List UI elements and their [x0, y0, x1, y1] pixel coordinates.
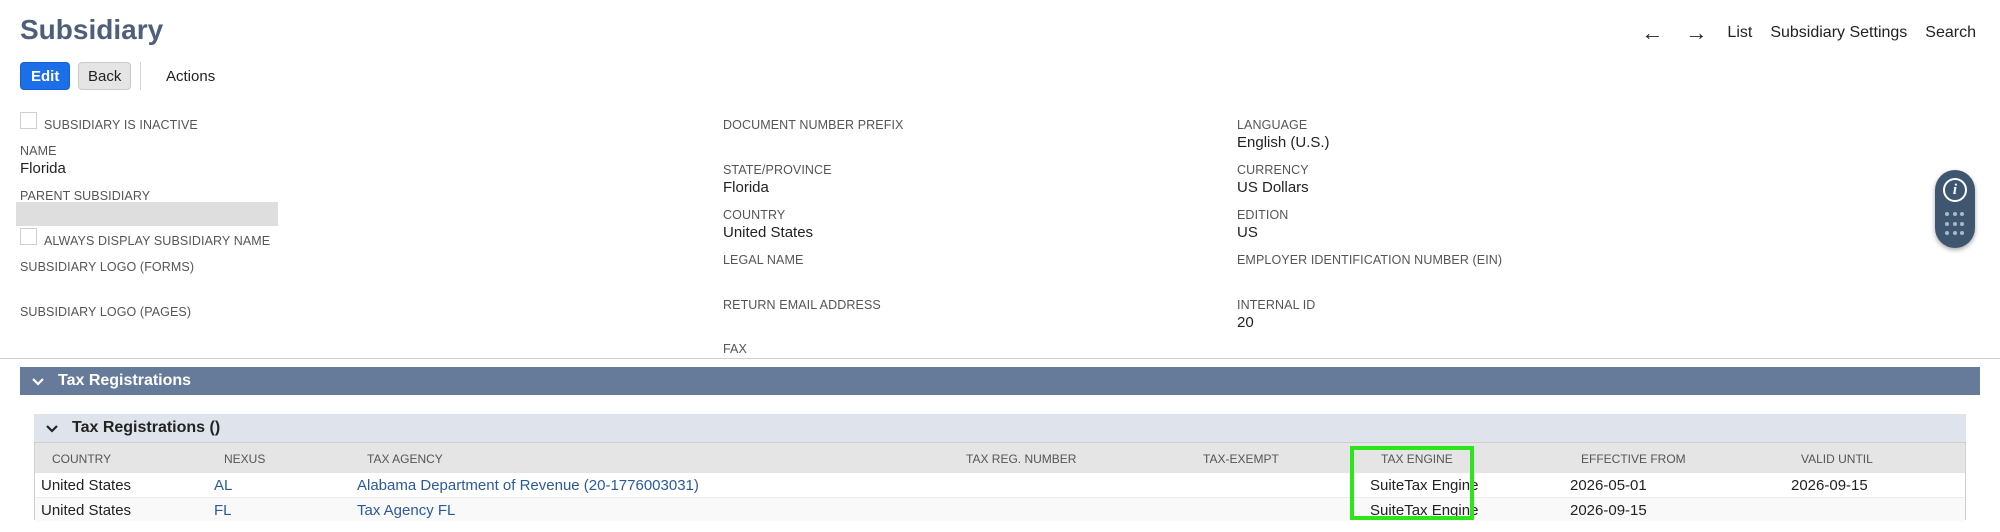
logo-pages-label: SUBSIDIARY LOGO (PAGES) [20, 305, 192, 319]
cell-effective-from: 2026-09-15 [1570, 502, 1647, 519]
table-row[interactable]: United States AL Alabama Department of R… [35, 473, 1965, 497]
inactive-label: SUBSIDIARY IS INACTIVE [44, 118, 198, 132]
always-display-label: ALWAYS DISPLAY SUBSIDIARY NAME [44, 234, 271, 248]
document-prefix-label: DOCUMENT NUMBER PREFIX [723, 118, 904, 132]
subsidiary-settings-link[interactable]: Subsidiary Settings [1770, 24, 1907, 42]
column-header-tax-engine[interactable]: TAX ENGINE [1381, 452, 1453, 466]
ein-label: EMPLOYER IDENTIFICATION NUMBER (EIN) [1237, 253, 1503, 267]
keypad-dots-icon[interactable] [1945, 212, 1965, 238]
search-link[interactable]: Search [1925, 24, 1976, 42]
fax-label-clip: FAX [723, 340, 923, 358]
cell-nexus-link[interactable]: AL [214, 477, 232, 494]
name-label: NAME [20, 144, 57, 158]
state-label: STATE/PROVINCE [723, 163, 832, 177]
previous-arrow-icon[interactable]: ← [1639, 20, 1665, 46]
info-icon[interactable]: i [1943, 178, 1967, 202]
currency-value: US Dollars [1237, 179, 1309, 196]
cell-tax-engine: SuiteTax Engine [1370, 477, 1479, 494]
cell-tax-engine: SuiteTax Engine [1370, 502, 1479, 519]
logo-forms-label: SUBSIDIARY LOGO (FORMS) [20, 260, 195, 274]
currency-label: CURRENCY [1237, 163, 1309, 177]
column-header-tax-agency[interactable]: TAX AGENCY [367, 452, 443, 466]
parent-subsidiary-field [16, 202, 278, 226]
edition-value: US [1237, 224, 1258, 241]
column-header-effective-from[interactable]: EFFECTIVE FROM [1581, 452, 1686, 466]
country-value: United States [723, 224, 814, 241]
column-header-valid-until[interactable]: VALID UNTIL [1801, 452, 1873, 466]
internal-id-value: 20 [1237, 314, 1254, 331]
list-link[interactable]: List [1727, 24, 1752, 42]
cell-tax-agency-link[interactable]: Alabama Department of Revenue (20-177600… [357, 477, 699, 494]
always-display-checkbox[interactable] [20, 228, 37, 245]
scroll-divider [0, 358, 2000, 359]
internal-id-label: INTERNAL ID [1237, 298, 1316, 312]
cell-country: United States [41, 502, 132, 519]
page-title: Subsidiary [20, 14, 164, 45]
chevron-down-icon[interactable] [46, 421, 60, 436]
column-header-country[interactable]: COUNTRY [52, 452, 111, 466]
cell-tax-agency-link[interactable]: Tax Agency FL [357, 502, 455, 519]
column-header-tax-reg-number[interactable]: TAX REG. NUMBER [966, 452, 1076, 466]
cell-country: United States [41, 477, 132, 494]
table-row[interactable]: United States FL Tax Agency FL SuiteTax … [35, 497, 1965, 521]
edition-label: EDITION [1237, 208, 1289, 222]
column-header-tax-exempt[interactable]: TAX-EXEMPT [1203, 452, 1279, 466]
subsection-title: Tax Registrations () [72, 419, 221, 436]
state-value: Florida [723, 179, 769, 196]
legal-name-label: LEGAL NAME [723, 253, 804, 267]
tax-registrations-table: COUNTRY NEXUS TAX AGENCY TAX REG. NUMBER… [34, 442, 1966, 521]
tax-registrations-subsection-header[interactable]: Tax Registrations () [34, 414, 1966, 442]
cell-nexus-link[interactable]: FL [214, 502, 232, 519]
language-value: English (U.S.) [1237, 134, 1330, 151]
table-header-row: COUNTRY NEXUS TAX AGENCY TAX REG. NUMBER… [35, 443, 1965, 473]
back-button[interactable]: Back [78, 62, 132, 90]
top-navigation: ← → List Subsidiary Settings Search [1639, 20, 1976, 46]
toolbar-divider [140, 62, 141, 90]
actions-menu[interactable]: Actions [166, 62, 215, 90]
country-label: COUNTRY [723, 208, 786, 222]
inactive-checkbox[interactable] [20, 112, 37, 129]
cell-valid-until: 2026-09-15 [1791, 477, 1868, 494]
next-arrow-icon[interactable]: → [1683, 20, 1709, 46]
tax-registrations-section-header[interactable]: Tax Registrations [20, 367, 1980, 395]
parent-subsidiary-label: PARENT SUBSIDIARY [20, 189, 151, 203]
return-email-label: RETURN EMAIL ADDRESS [723, 298, 881, 312]
chevron-down-icon[interactable] [32, 374, 46, 389]
cell-effective-from: 2026-05-01 [1570, 477, 1647, 494]
fax-label: FAX [723, 342, 747, 356]
name-value: Florida [20, 160, 66, 177]
section-title: Tax Registrations [58, 372, 192, 389]
edit-button[interactable]: Edit [20, 62, 71, 90]
info-widget[interactable]: i [1935, 170, 1975, 248]
language-label: LANGUAGE [1237, 118, 1308, 132]
column-header-nexus[interactable]: NEXUS [224, 452, 265, 466]
